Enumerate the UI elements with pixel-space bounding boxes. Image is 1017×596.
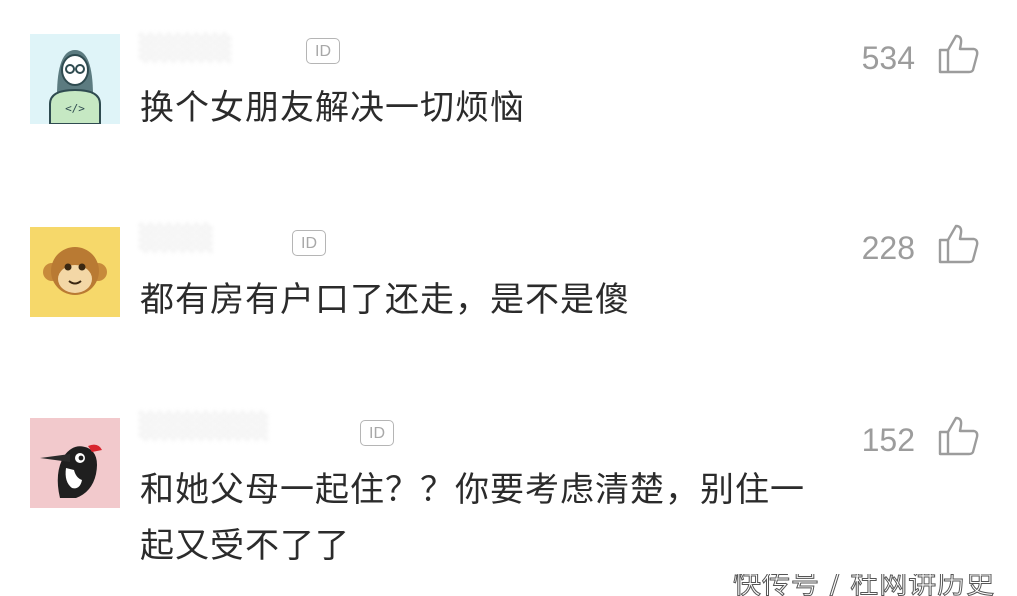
comment-item: ░░░░░░░ ID 和她父母一起住？？你要考虑清楚，别住一 起又受不了了 15… (0, 380, 1017, 596)
watermark-text: 快传号 / 杜网讲历史 (732, 574, 996, 596)
id-badge: ID (306, 38, 340, 64)
woodpecker-avatar-icon[interactable] (30, 418, 120, 508)
comment-line: 换个女朋友解决一切烦恼 (140, 88, 525, 128)
comment-line: 起又受不了了 (140, 526, 350, 566)
comment-line: 都有房有户口了还走，是不是傻 (140, 280, 630, 320)
thumbs-up-icon[interactable] (936, 222, 980, 266)
id-badge: ID (292, 230, 326, 256)
comment-text: 和她父母一起住？？你要考虑清楚，别住一 起又受不了了 (140, 462, 805, 574)
like-count: 534 (861, 40, 915, 76)
username[interactable]: ░░░░░ (140, 34, 232, 62)
like-count: 152 (861, 422, 915, 458)
like-count: 228 (861, 230, 915, 266)
svg-text:</>: </> (65, 102, 85, 115)
monkey-avatar-icon[interactable] (30, 227, 120, 317)
watermark: 快传号 / 杜网讲历史 (719, 574, 1009, 596)
comment-line: 和她父母一起住？？你要考虑清楚，别住一 (140, 470, 805, 510)
comment-text: 都有房有户口了还走，是不是傻 (140, 272, 630, 328)
username[interactable]: ░░░░░░░ (140, 412, 269, 440)
coder-avatar-icon[interactable]: </> (30, 34, 120, 124)
comment-item: </> ░░░░░ ID 换个女朋友解决一切烦恼 534 (0, 0, 1017, 190)
id-badge: ID (360, 420, 394, 446)
thumbs-up-icon[interactable] (936, 414, 980, 458)
comment-text: 换个女朋友解决一切烦恼 (140, 80, 525, 136)
username[interactable]: ░░░░ (140, 224, 214, 252)
thumbs-up-icon[interactable] (936, 32, 980, 76)
comment-item: ░░░░ ID 都有房有户口了还走，是不是傻 228 (0, 190, 1017, 380)
